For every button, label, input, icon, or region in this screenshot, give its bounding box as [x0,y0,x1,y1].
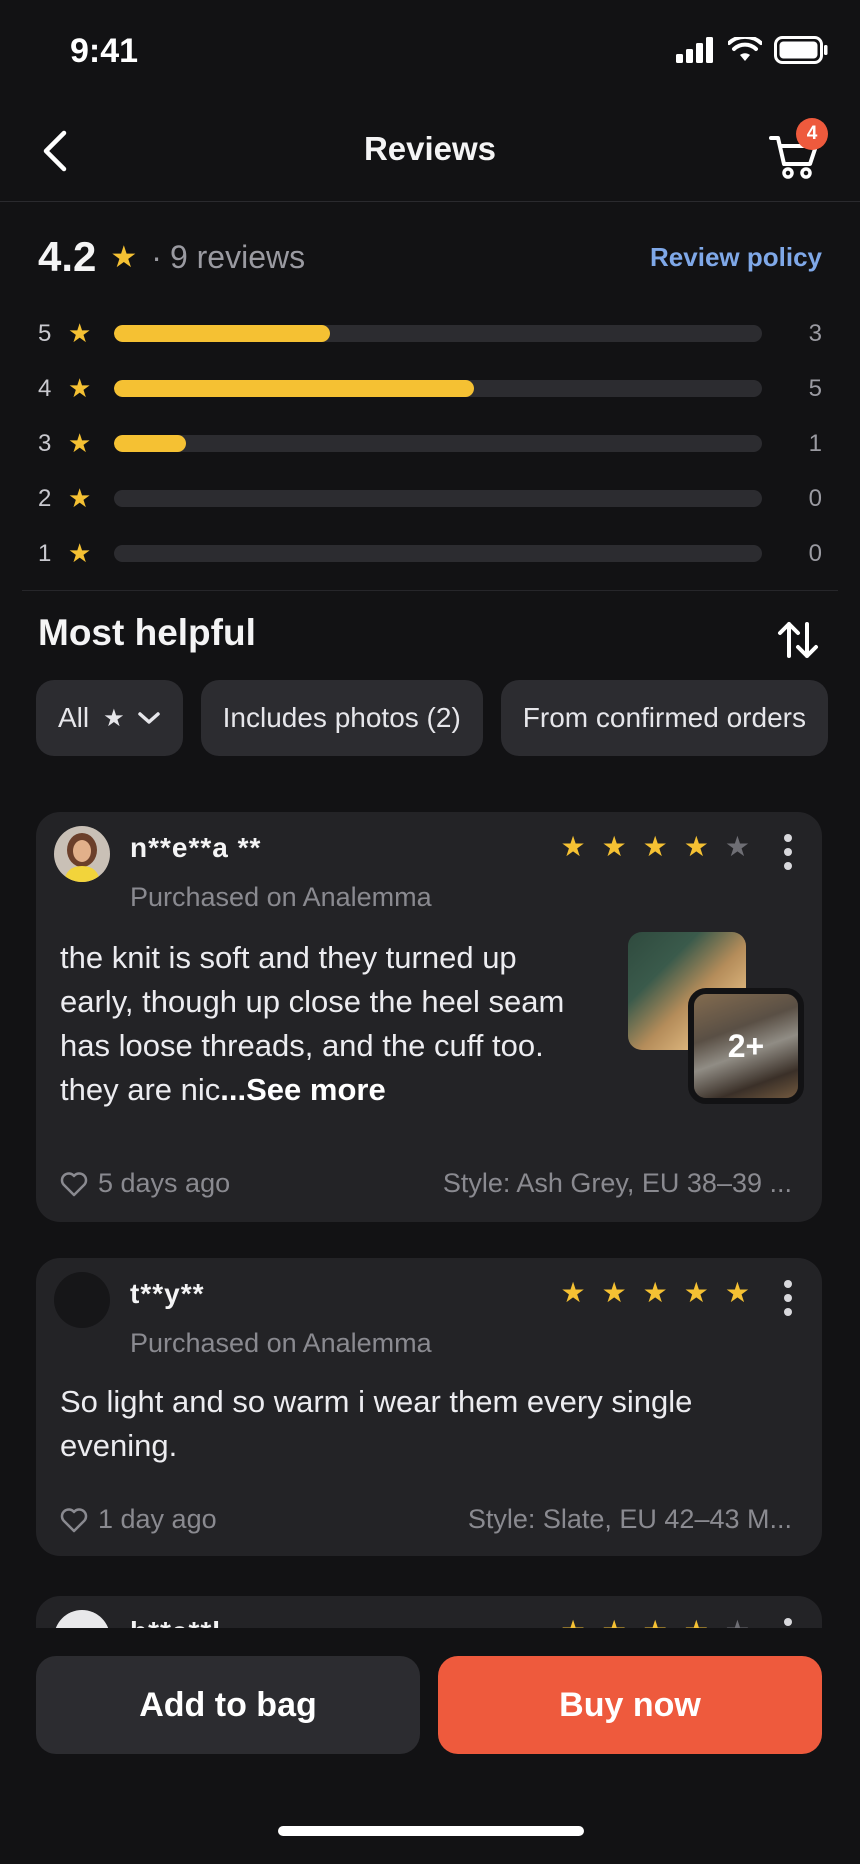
review-time: 5 days ago [98,1168,231,1198]
see-more-link[interactable]: ...See more [220,1072,385,1107]
star-icon: ★ [110,240,138,274]
star-filled-icon: ★ [724,1277,750,1308]
purchase-source: Purchased on Analemma [130,882,432,912]
distribution-stars: 4 [38,374,52,402]
star-filled-icon: ★ [560,831,586,862]
review-time: 1 day ago [98,1504,217,1534]
add-to-bag-button[interactable]: Add to bag [36,1656,420,1754]
distribution-stars: 3 [38,429,52,457]
wifi-icon [728,37,762,61]
nav-bar: Reviews 4 [0,100,860,202]
buy-now-button[interactable]: Buy now [438,1656,822,1754]
review-text: So light and so warm i wear them every s… [60,1380,800,1468]
distribution-bar [114,380,762,397]
distribution-row[interactable]: 5 ★ 3 [38,306,822,361]
distribution-count: 1 [808,429,822,457]
review-stars: ★ ★ ★ ★ ★ [560,1276,750,1309]
chevron-down-icon [137,712,160,724]
review-card: t**y** Purchased on Analemma ★ ★ ★ ★ ★ So li… [36,1258,822,1556]
sort-button[interactable] [774,616,822,664]
star-filled-icon: ★ [683,1277,709,1308]
distribution-row[interactable]: 1 ★ 0 [38,526,822,581]
star-filled-icon: ★ [642,831,668,862]
separator-dot: · [151,238,162,275]
avatar [54,826,110,882]
review-card: n**e**a ** Purchased on Analemma ★ ★ ★ ★ ★ t… [36,812,822,1222]
filter-photos-label: Includes photos (2) [222,702,461,733]
star-icon: ★ [68,483,92,513]
review-policy-link[interactable]: Review policy [650,242,822,273]
distribution-count: 3 [808,319,822,347]
star-icon: ★ [68,318,92,348]
distribution-row[interactable]: 2 ★ 0 [38,471,822,526]
more-options-button[interactable] [778,832,798,872]
distribution-row[interactable]: 3 ★ 1 [38,416,822,471]
reviewer-name: n**e**a ** [130,832,262,863]
distribution-stars: 1 [38,539,52,567]
cart-button[interactable]: 4 [768,118,832,182]
status-time: 9:41 [70,32,139,70]
review-text: the knit is soft and they turned up earl… [60,936,590,1112]
purchase-source: Purchased on Analemma [130,1328,432,1358]
battery-icon [774,36,828,64]
more-photos-count: 2+ [694,994,798,1098]
star-icon: ★ [68,428,92,458]
distribution-stars: 5 [38,319,52,347]
distribution-bar [114,435,762,452]
rating-summary: 4.2 ★ · 9 reviews Review policy [38,232,822,282]
avatar [54,1272,110,1328]
average-rating: 4.2 [38,233,97,280]
distribution-count: 0 [808,484,822,512]
distribution-count: 0 [808,539,822,567]
status-icons [676,36,828,64]
star-icon: ★ [68,373,92,403]
star-filled-icon: ★ [601,831,627,862]
star-filled-icon: ★ [560,1277,586,1308]
review-footer: 5 days ago Style: Ash Grey, EU 38–39 ... [60,1168,792,1199]
filter-all-label: All [58,702,90,733]
star-filled-icon: ★ [683,831,709,862]
star-icon: ★ [103,704,125,732]
review-style: Style: Slate, EU 42–43 M... [467,1504,792,1534]
cellular-signal-icon [676,37,713,63]
star-filled-icon: ★ [601,1277,627,1308]
distribution-bar-fill [114,325,330,342]
reviewer-name: t**y** [130,1278,205,1309]
filter-chips: All ★ Includes photos (2) From confirmed… [36,680,828,756]
section-title: Most helpful [38,612,256,653]
distribution-bar [114,325,762,342]
review-body: So light and so warm i wear them every s… [60,1384,693,1463]
review-footer: 1 day ago Style: Slate, EU 42–43 M... [60,1504,792,1535]
distribution-bar [114,545,762,562]
page-title: Reviews [363,130,497,167]
distribution-stars: 2 [38,484,52,512]
review-count: 9 reviews [169,238,306,275]
review-stars: ★ ★ ★ ★ ★ [560,830,750,863]
filter-confirmed-orders[interactable]: From confirmed orders [500,680,828,756]
star-filled-icon: ★ [642,1277,668,1308]
star-empty-icon: ★ [724,831,750,862]
filter-includes-photos[interactable]: Includes photos (2) [200,680,483,756]
distribution-row[interactable]: 4 ★ 5 [38,361,822,416]
divider [22,590,838,591]
distribution-count: 5 [808,374,822,402]
home-indicator [278,1826,584,1836]
more-options-button[interactable] [778,1278,798,1318]
cart-count-badge: 4 [796,118,828,150]
avatar-photo-icon [54,826,110,882]
heart-icon[interactable] [60,1507,88,1533]
filter-all-stars[interactable]: All ★ [36,680,183,756]
rating-distribution: 5 ★ 3 4 ★ 5 3 ★ 1 2 ★ 0 1 ★ 0 [38,306,822,581]
review-photo-more[interactable]: 2+ [688,988,804,1104]
heart-icon[interactable] [60,1171,88,1197]
review-style: Style: Ash Grey, EU 38–39 ... [442,1168,792,1198]
distribution-bar [114,490,762,507]
sort-icon [778,622,818,658]
distribution-bar-fill [114,435,186,452]
filter-confirmed-label: From confirmed orders [522,702,806,733]
star-icon: ★ [68,538,92,568]
distribution-bar-fill [114,380,475,397]
status-bar: 9:41 [0,0,860,100]
